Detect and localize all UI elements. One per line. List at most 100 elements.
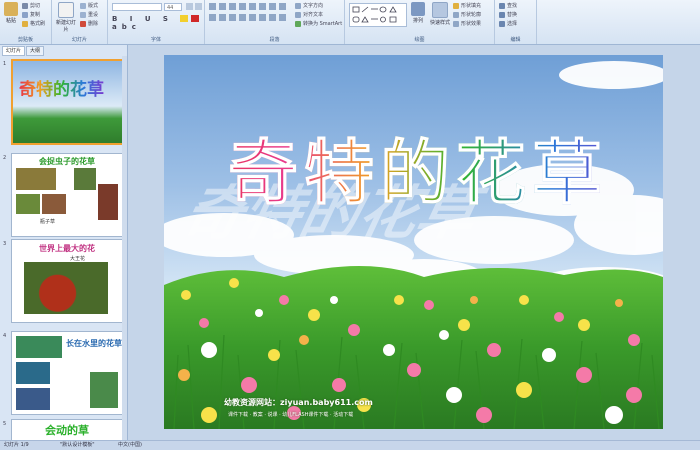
slide-number: 3 [3, 241, 7, 247]
arrange-button[interactable]: 排列 [409, 2, 427, 24]
editing-group: 查找 替换 选择 编辑 [495, 0, 537, 44]
tab-slides[interactable]: 幻灯片 [2, 46, 26, 56]
font-size-combo[interactable]: 44 [164, 3, 182, 11]
quick-styles-button[interactable]: 快速样式 [429, 2, 451, 26]
thumb-photo [16, 336, 62, 358]
replace-button[interactable]: 替换 [499, 11, 517, 18]
thumb-title: 会动的草 [45, 424, 89, 437]
shrink-font-icon[interactable] [195, 3, 202, 10]
font-name-combo[interactable] [112, 3, 162, 11]
fill-icon [453, 2, 459, 9]
thumb-photo [98, 184, 118, 220]
thumb-caption: 瓶子草 [40, 219, 56, 225]
find-icon [499, 2, 505, 9]
cut-button[interactable]: 剪切 [22, 2, 40, 9]
thumb-photo [74, 168, 96, 190]
select-button[interactable]: 选择 [499, 20, 517, 27]
thumb-title: 奇特的花草 [19, 75, 104, 100]
new-slide-icon [58, 2, 74, 18]
select-icon [499, 20, 505, 27]
grow-font-icon[interactable] [186, 3, 193, 10]
group-label: 字体 [150, 37, 161, 43]
group-label: 段落 [269, 37, 280, 43]
font-color-icon[interactable] [191, 15, 199, 22]
group-label: 幻灯片 [71, 37, 87, 43]
smartart-button[interactable]: 转换为 SmartArt [295, 20, 342, 27]
text-direction-icon [295, 2, 301, 9]
slide-thumbnail-3[interactable]: 世界上最大的花 大王花 [11, 239, 123, 323]
slide-number: 4 [3, 333, 7, 339]
shape-fill-button[interactable]: 形状填充 [453, 2, 481, 9]
slide-title[interactable]: 奇特的花草 [198, 117, 638, 218]
scissors-icon [22, 2, 28, 9]
thumb-title: 长在水里的花草 [66, 339, 122, 348]
list-buttons[interactable] [209, 3, 289, 10]
slides-panel: 幻灯片 大纲 1 奇特的花草 2 会捉虫子的花草 瓶子草 3 世界上最大的花 大王… [0, 45, 128, 441]
align-text-icon [295, 11, 301, 18]
drawing-group: 排列 快速样式 形状填充 形状轮廓 形状效果 绘图 [345, 0, 495, 44]
new-slide-button[interactable]: 新建幻灯片 [56, 2, 76, 33]
slide-number: 1 [3, 61, 7, 67]
thumb-photo [16, 388, 50, 410]
thumb-photo [16, 362, 50, 384]
layout-icon [80, 2, 86, 9]
align-buttons[interactable] [209, 14, 289, 21]
effects-icon [453, 20, 459, 27]
format-painter-button[interactable]: 格式刷 [22, 20, 45, 27]
shape-outline-button[interactable]: 形状轮廓 [453, 11, 481, 18]
quick-styles-icon [432, 2, 448, 18]
font-group: 44 B I U S abc 字体 [108, 0, 205, 44]
thumb-photo [24, 262, 108, 314]
thumb-photo [16, 168, 56, 190]
thumb-title: 世界上最大的花 [39, 244, 95, 253]
thumb-background [13, 61, 123, 143]
slide-thumbnail-2[interactable]: 会捉虫子的花草 瓶子草 [11, 153, 123, 237]
thumb-photo [42, 194, 66, 214]
thumb-title: 会捉虫子的花草 [39, 157, 95, 166]
slide-thumbnail-4[interactable]: 长在水里的花草 [11, 331, 123, 415]
slide-thumbnail-5[interactable]: 会动的草 [11, 419, 123, 441]
group-label: 剪贴板 [17, 37, 33, 43]
shapes-gallery[interactable] [349, 3, 407, 27]
brush-icon [22, 20, 28, 27]
delete-icon [80, 20, 86, 27]
smartart-icon [295, 20, 301, 27]
replace-icon [499, 11, 505, 18]
align-text-button[interactable]: 对齐文本 [295, 11, 323, 18]
delete-button[interactable]: 删除 [80, 20, 98, 27]
slide-artwork: 奇特的花草 [164, 61, 663, 429]
reset-button[interactable]: 重设 [80, 11, 98, 18]
copy-icon [22, 11, 28, 18]
layout-button[interactable]: 版式 [80, 2, 98, 9]
slide-subfooter: 课件下载 · 教案 · 说课 · 幼儿FLASH课件下载 · 活动下载 [228, 412, 354, 418]
reset-icon [80, 11, 86, 18]
paste-button[interactable]: 粘贴 [2, 2, 20, 24]
shape-effects-button[interactable]: 形状效果 [453, 20, 481, 27]
ribbon: 粘贴 剪切 复制 格式刷 剪贴板 新建幻灯片 版式 重设 删除 幻灯片 44 B… [0, 0, 700, 45]
group-label: 绘图 [414, 37, 425, 43]
highlight-icon[interactable] [180, 15, 188, 22]
slide-number: 5 [3, 421, 7, 427]
slide-footer: 幼教资源网站：ziyuan.baby611.com [224, 398, 373, 407]
paste-icon [4, 2, 18, 16]
copy-button[interactable]: 复制 [22, 11, 40, 18]
slide-number: 2 [3, 155, 7, 161]
slide-canvas: 奇特的花草 奇特的花草 幼教资源网站：ziyuan.baby611.com 课件… [128, 45, 700, 440]
slide-thumbnail-1[interactable]: 奇特的花草 [11, 59, 125, 145]
thumb-caption: 大王花 [70, 256, 86, 262]
text-direction-button[interactable]: 文字方向 [295, 2, 323, 9]
arrange-icon [411, 2, 425, 16]
panel-scrollbar[interactable] [122, 56, 127, 440]
thumb-photo [16, 194, 40, 214]
paragraph-group: 文字方向 对齐文本 转换为 SmartArt 段落 [205, 0, 345, 44]
slide-1[interactable]: 奇特的花草 奇特的花草 幼教资源网站：ziyuan.baby611.com 课件… [164, 55, 663, 429]
outline-icon [453, 11, 459, 18]
slides-group: 新建幻灯片 版式 重设 删除 幻灯片 [52, 0, 108, 44]
panel-tabs: 幻灯片 大纲 [2, 46, 45, 56]
clipboard-group: 粘贴 剪切 复制 格式刷 剪贴板 [0, 0, 52, 44]
shapes-icons [352, 6, 397, 23]
thumb-photo [90, 372, 118, 408]
find-button[interactable]: 查找 [499, 2, 517, 9]
group-label: 编辑 [510, 37, 521, 43]
tab-outline[interactable]: 大纲 [26, 46, 45, 56]
